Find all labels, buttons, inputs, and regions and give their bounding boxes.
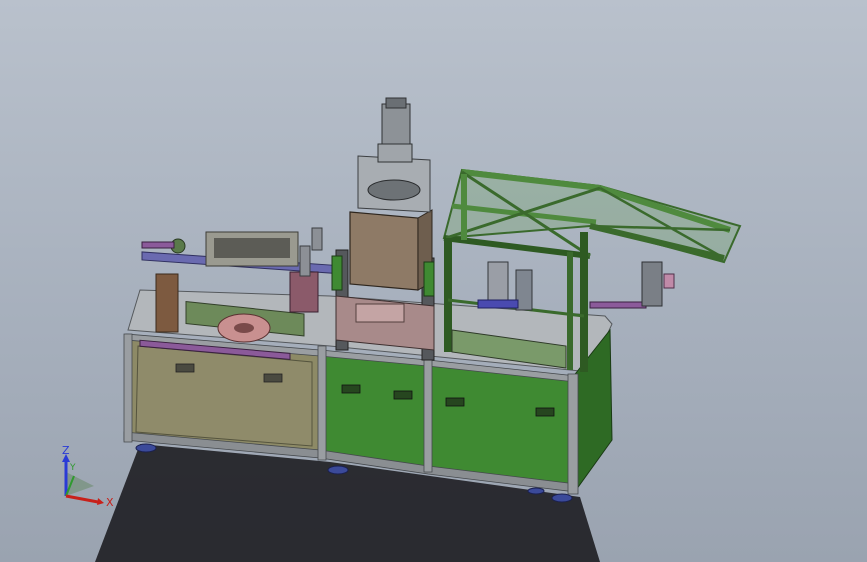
z-axis-label: Z (62, 446, 70, 457)
cylinder (299, 245, 311, 277)
green-cabinet-panel-right (429, 361, 573, 487)
support-block (289, 271, 319, 313)
press-flywheel (367, 179, 421, 201)
blue-slide (477, 299, 519, 309)
pneumatic-cylinder (331, 255, 343, 291)
press-housing (349, 211, 419, 291)
green-cabinet-panel-middle (321, 351, 429, 469)
leveling-foot (551, 493, 573, 503)
x-axis-label: X (106, 496, 114, 509)
servo-motor (381, 103, 411, 149)
cylinder (311, 227, 323, 251)
3d-viewport[interactable]: Z Y X (0, 0, 867, 562)
door-handle[interactable] (393, 390, 413, 400)
frame-post (317, 345, 327, 461)
discharge-unit (641, 261, 663, 307)
die-insert (355, 303, 405, 323)
material-reel-core (234, 323, 254, 333)
door-handle[interactable] (535, 407, 555, 417)
y-axis-label: Y (69, 463, 76, 473)
gearbox (377, 143, 413, 163)
frame-post (123, 333, 133, 443)
door-handle[interactable] (175, 363, 195, 373)
olive-door-left (135, 345, 313, 447)
purple-rail (141, 241, 175, 249)
vertical-plate-brown (155, 273, 179, 333)
orientation-triad[interactable]: Z Y X (50, 446, 120, 516)
leveling-foot (135, 443, 157, 453)
x-axis-arrowhead-icon (97, 498, 104, 505)
frame-post (567, 373, 579, 495)
door-handle[interactable] (263, 373, 283, 383)
door-handle[interactable] (445, 397, 465, 407)
leveling-foot (527, 487, 545, 495)
pneumatic-cylinder (423, 261, 435, 297)
door-handle[interactable] (341, 384, 361, 394)
feeder-inner (214, 238, 290, 258)
discharge-unit-pink (663, 273, 675, 289)
purple-rail (589, 301, 647, 309)
x-axis-icon (65, 494, 99, 504)
frame-post (423, 357, 433, 473)
leveling-foot (327, 465, 349, 475)
servo-motor-cap (385, 97, 407, 109)
machine-assembly-model[interactable] (0, 0, 867, 562)
